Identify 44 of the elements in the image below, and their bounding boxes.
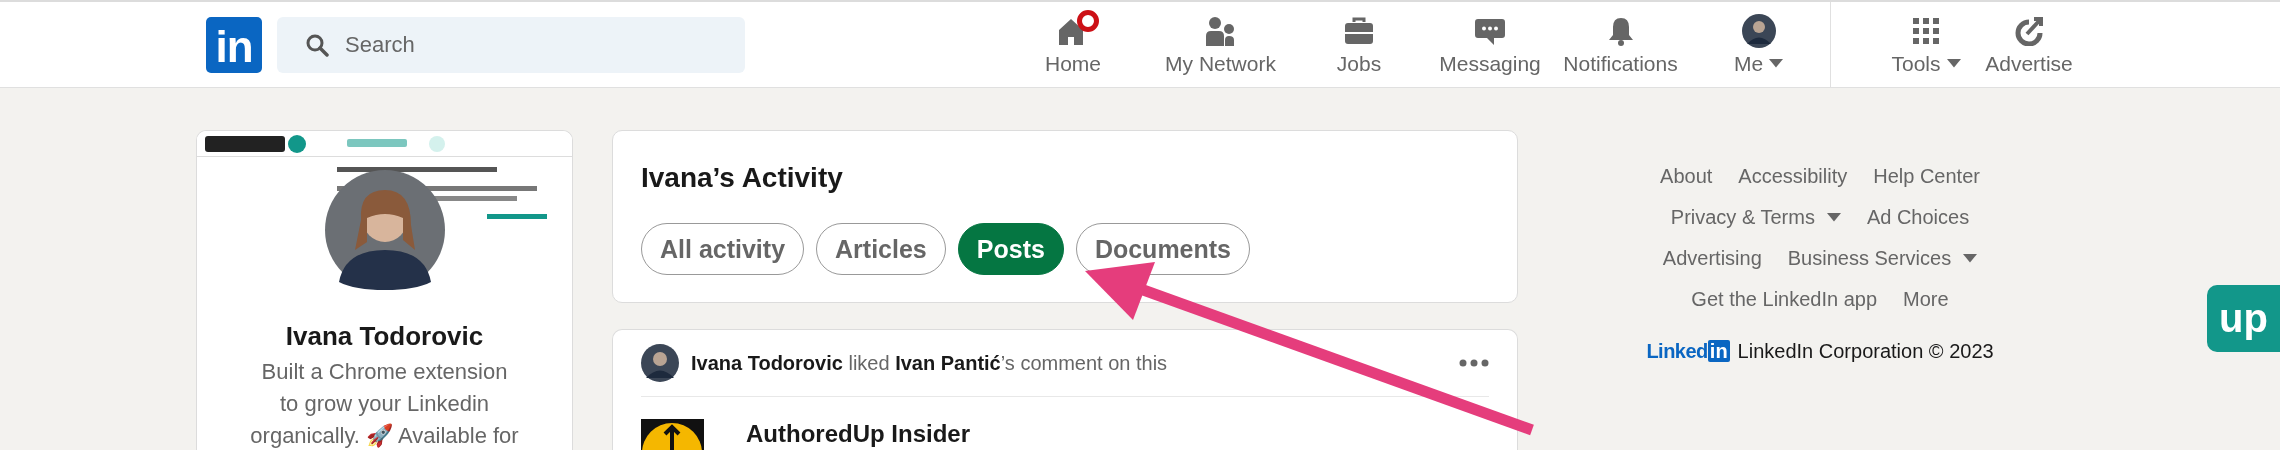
linkedin-logo: Linkedin [1646, 339, 1731, 363]
avatar [641, 344, 679, 382]
filter-pill[interactable]: Posts [957, 223, 1064, 275]
search-icon [305, 32, 329, 57]
caret-icon [1963, 254, 1978, 263]
nav-item[interactable]: Tools [1875, 1, 1977, 88]
footer-link[interactable]: Ad Choices [1866, 206, 1970, 229]
filter-pill[interactable]: Articles [816, 223, 946, 275]
people-icon [1204, 15, 1237, 46]
profile-headline: Built a Chrome extension to grow your Linkedin organically. 🚀 Available for [249, 358, 520, 450]
footer-link[interactable]: About [1660, 165, 1713, 188]
grid-icon [1911, 15, 1941, 46]
briefcase-icon [1343, 15, 1375, 46]
author-name[interactable]: AuthoredUp Insider [746, 419, 970, 449]
extension-button[interactable]: up [2207, 285, 2280, 352]
caret-icon [1946, 59, 1961, 68]
activity-sentence: Ivana Todorovic liked Ivan Pantić’s comment on this [691, 351, 1169, 375]
nav-item[interactable]: Advertise [1977, 1, 2081, 88]
more-icon[interactable] [1459, 359, 1489, 367]
footer-link[interactable]: More [1903, 288, 1949, 311]
target-arrow-icon [2013, 15, 2045, 46]
footer-link[interactable]: Advertising [1662, 247, 1762, 270]
footer-link[interactable]: Get the LinkedIn app [1691, 288, 1878, 311]
caret-icon [1826, 213, 1841, 222]
copyright-text: LinkedIn Corporation © 2023 [1737, 339, 1994, 363]
footer-link[interactable]: Help Center [1873, 165, 1980, 188]
nav-item[interactable]: My Network [1149, 1, 1292, 88]
company-logo-icon [641, 419, 704, 450]
nav-item[interactable]: Messaging [1426, 1, 1554, 88]
nav-item[interactable]: Jobs [1292, 1, 1426, 88]
avatar [1741, 13, 1776, 48]
footer-link[interactable]: Accessibility [1738, 165, 1848, 188]
search-field[interactable]: Search [277, 16, 745, 73]
footer-link[interactable]: Privacy & Terms [1670, 206, 1841, 229]
caret-icon [1769, 59, 1784, 68]
nav-item[interactable]: Me [1687, 1, 1830, 88]
filter-pill[interactable]: Documents [1075, 223, 1250, 275]
linkedin-logo[interactable]: in [206, 16, 262, 73]
nav-item[interactable]: Notifications [1554, 1, 1687, 88]
profile-name: Ivana Todorovic [284, 320, 485, 352]
nav-item[interactable]: Home [997, 1, 1149, 88]
footer-link[interactable]: Business Services [1787, 247, 1978, 270]
section-title: Ivana’s Activity [641, 161, 844, 195]
filter-pill[interactable]: All activity [641, 223, 805, 275]
